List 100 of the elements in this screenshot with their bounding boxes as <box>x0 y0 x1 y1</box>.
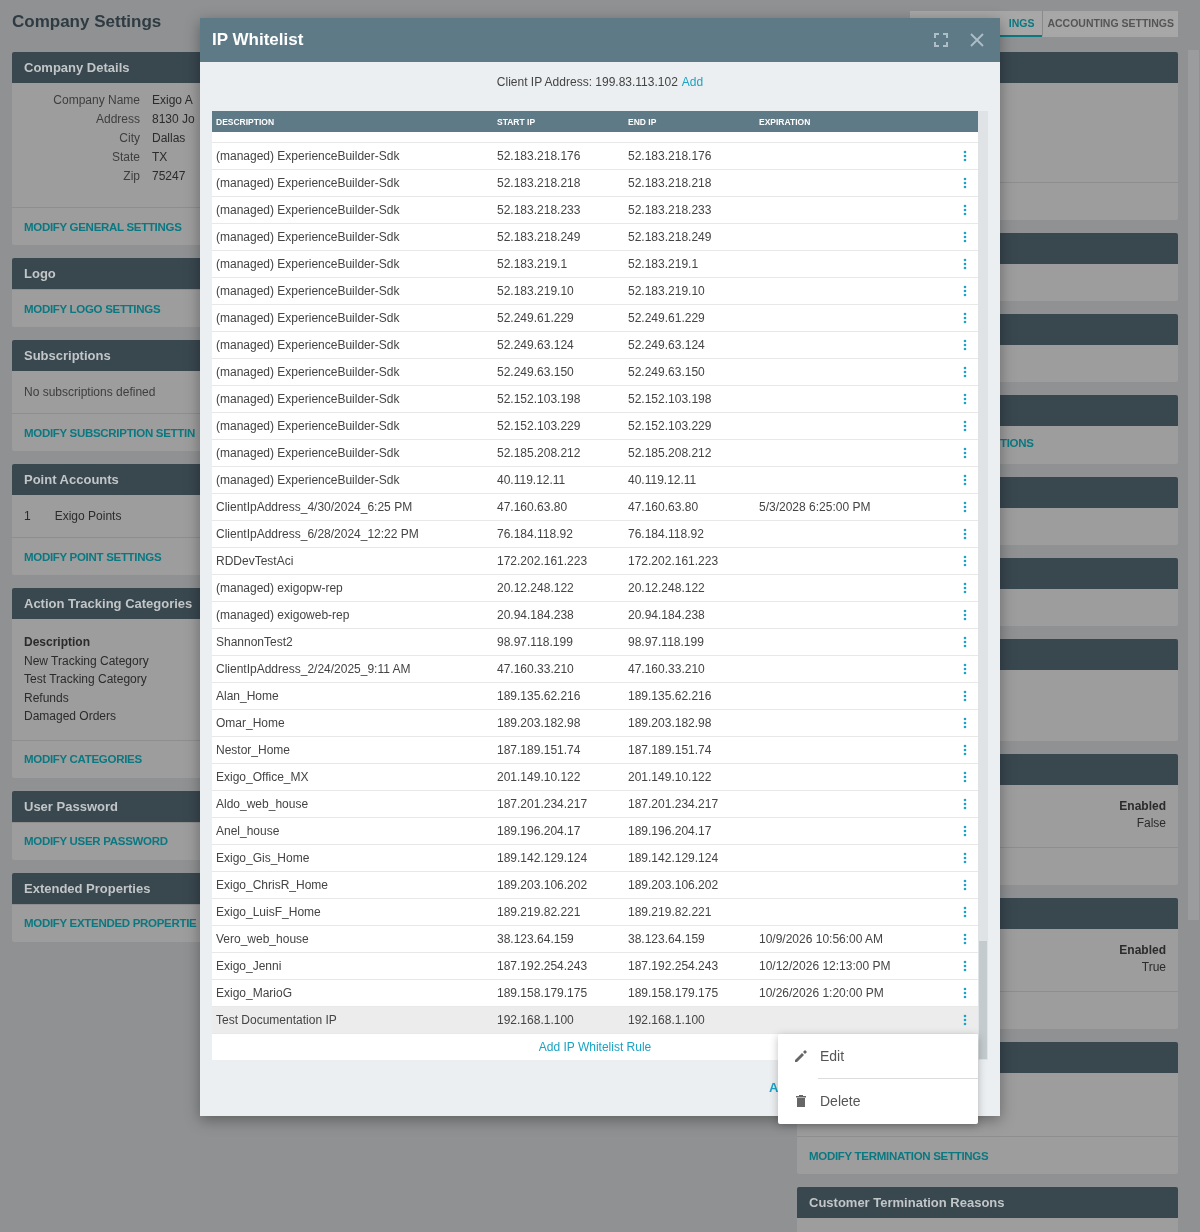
kebab-menu-icon[interactable] <box>963 258 967 270</box>
table-cell-text: Vero_web_house <box>216 932 310 946</box>
table-row[interactable]: Vero_web_house 38.123.64.159 38.123.64.159 10/9/2026 10:56:00 AM <box>212 926 978 953</box>
kebab-menu-icon[interactable] <box>963 582 967 594</box>
table-cell-text: 201.149.10.122 <box>628 770 713 784</box>
table-cell-text: 189.158.179.175 <box>628 986 720 1000</box>
table-cell-text: ShannonTest2 <box>216 635 294 649</box>
scrollbar-thumb[interactable] <box>979 941 987 1059</box>
kebab-menu-icon[interactable] <box>963 771 967 783</box>
kebab-menu-icon[interactable] <box>963 393 967 405</box>
kebab-menu-icon[interactable] <box>963 636 967 648</box>
table-row[interactable]: Nestor_Home 187.189.151.74 187.189.151.74 <box>212 737 978 764</box>
kebab-menu-icon[interactable] <box>963 609 967 621</box>
table-row[interactable]: (managed) ExperienceBuilder-Sdk 52.152.103.229 52.152.103.229 <box>212 413 978 440</box>
table-cell-text: Exigo_Office_MX <box>216 770 310 784</box>
kebab-menu-icon[interactable] <box>963 231 967 243</box>
page-title: Company Settings <box>12 12 163 33</box>
table-cell-text: Anel_house <box>216 824 281 838</box>
kebab-menu-icon[interactable] <box>963 933 967 945</box>
table-row[interactable]: (managed) ExperienceBuilder-Sdk 52.249.63.150 52.249.63.150 <box>212 359 978 386</box>
kebab-menu-icon[interactable] <box>963 960 967 972</box>
table-row[interactable]: Exigo_Jenni 187.192.254.243 187.192.254.243 10/12/2026 12:13:00 PM <box>212 953 978 980</box>
kebab-menu-icon[interactable] <box>963 1014 967 1026</box>
kebab-menu-icon[interactable] <box>963 528 967 540</box>
kebab-menu-icon[interactable] <box>963 447 967 459</box>
kebab-menu-icon[interactable] <box>963 501 967 513</box>
table-row[interactable]: (managed) ExperienceBuilder-Sdk 52.152.103.198 52.152.103.198 <box>212 386 978 413</box>
table-cell-text: (managed) ExperienceBuilder-Sdk <box>216 338 401 352</box>
table-cell-text: 187.201.234.217 <box>628 797 720 811</box>
table-cell-text: 52.185.208.212 <box>497 446 582 460</box>
table-cell-text: 189.203.182.98 <box>628 716 713 730</box>
table-cell-text: 47.160.63.80 <box>497 500 569 514</box>
table-row[interactable]: Exigo_Office_MX 201.149.10.122 201.149.10.122 <box>212 764 978 791</box>
maximize-icon[interactable] <box>934 33 948 47</box>
kebab-menu-icon[interactable] <box>963 150 967 162</box>
table-row[interactable]: Test Documentation IP 192.168.1.100 192.168.1.100 <box>212 1007 978 1034</box>
table-row[interactable]: (managed) ExperienceBuilder-Sdk 52.183.218.233 52.183.218.233 <box>212 197 978 224</box>
kebab-menu-icon[interactable] <box>963 690 967 702</box>
table-cell-text: 52.249.63.124 <box>497 338 575 352</box>
table-row[interactable]: (managed) ExperienceBuilder-Sdk 52.183.219.1 52.183.219.1 <box>212 251 978 278</box>
table-row[interactable]: RDDevTestAci 172.202.161.223 172.202.161.223 <box>212 548 978 575</box>
table-row[interactable]: Exigo_ChrisR_Home 189.203.106.202 189.203.106.202 <box>212 872 978 899</box>
table-row[interactable]: Aldo_web_house 187.201.234.217 187.201.234.217 <box>212 791 978 818</box>
table-cell-text: 189.219.82.221 <box>497 905 582 919</box>
table-row[interactable]: ClientIpAddress_6/28/2024_12:22 PM 76.184.118.92 76.184.118.92 <box>212 521 978 548</box>
table-row[interactable]: (managed) ExperienceBuilder-Sdk 52.183.218.176 52.183.218.176 <box>212 143 978 170</box>
field-value: 8130 Jo <box>152 111 196 128</box>
close-icon[interactable] <box>970 33 984 47</box>
kebab-menu-icon[interactable] <box>963 987 967 999</box>
scrollbar[interactable] <box>978 111 988 1060</box>
pencil-icon <box>794 1049 808 1063</box>
table-row[interactable]: Omar_Home 189.203.182.98 189.203.182.98 <box>212 710 978 737</box>
table-row[interactable]: Alan_Home 189.135.62.216 189.135.62.216 <box>212 683 978 710</box>
table-cell-text: (managed) ExperienceBuilder-Sdk <box>216 365 401 379</box>
table-cell-text: 52.183.218.176 <box>628 149 713 163</box>
kebab-menu-icon[interactable] <box>963 906 967 918</box>
table-cell-text: 52.152.103.229 <box>628 419 713 433</box>
table-row[interactable]: (managed) ExperienceBuilder-Sdk 52.249.61.229 52.249.61.229 <box>212 305 978 332</box>
table-row[interactable]: (managed) ExperienceBuilder-Sdk 52.185.208.212 52.185.208.212 <box>212 440 978 467</box>
table-cell-text: Test Documentation IP <box>216 1013 338 1027</box>
kebab-menu-icon[interactable] <box>963 879 967 891</box>
table-cell-text: 40.119.12.11 <box>628 473 698 487</box>
table-row[interactable]: ClientIpAddress_2/24/2025_9:11 AM 47.160.33.210 47.160.33.210 <box>212 656 978 683</box>
kebab-menu-icon[interactable] <box>963 825 967 837</box>
table-cell-text: 52.183.218.249 <box>497 230 582 244</box>
kebab-menu-icon[interactable] <box>963 366 967 378</box>
kebab-menu-icon[interactable] <box>963 312 967 324</box>
table-row[interactable]: (managed) exigopw-rep 20.12.248.122 20.12.248.122 <box>212 575 978 602</box>
table-row[interactable]: (managed) ExperienceBuilder-Sdk 52.183.218.249 52.183.218.249 <box>212 224 978 251</box>
kebab-menu-icon[interactable] <box>963 474 967 486</box>
kebab-menu-icon[interactable] <box>963 204 967 216</box>
kebab-menu-icon[interactable] <box>963 177 967 189</box>
table-row[interactable]: ShannonTest2 98.97.118.199 98.97.118.199 <box>212 629 978 656</box>
kebab-menu-icon[interactable] <box>963 339 967 351</box>
menu-item[interactable]: Delete <box>778 1079 978 1123</box>
field-label: State <box>110 149 140 166</box>
kebab-menu-icon[interactable] <box>963 744 967 756</box>
kebab-menu-icon[interactable] <box>963 663 967 675</box>
kebab-menu-icon[interactable] <box>963 852 967 864</box>
table-row[interactable]: (managed) ExperienceBuilder-Sdk 52.183.218.218 52.183.218.218 <box>212 170 978 197</box>
kebab-menu-icon[interactable] <box>963 555 967 567</box>
table-row[interactable]: Anel_house 189.196.204.17 189.196.204.17 <box>212 818 978 845</box>
kebab-menu-icon[interactable] <box>963 717 967 729</box>
table-row[interactable]: Exigo_LuisF_Home 189.219.82.221 189.219.82.221 <box>212 899 978 926</box>
menu-item[interactable]: Edit <box>778 1034 978 1078</box>
table-row[interactable]: (managed) ExperienceBuilder-Sdk 40.119.12.11 40.119.12.11 <box>212 467 978 494</box>
table-row[interactable]: ClientIpAddress_4/30/2024_6:25 PM 47.160.63.80 47.160.63.80 5/3/2028 6:25:00 PM <box>212 494 978 521</box>
table-row[interactable]: (managed) ExperienceBuilder-Sdk 52.249.63.124 52.249.63.124 <box>212 332 978 359</box>
field-label: Company Name <box>52 92 140 109</box>
kebab-menu-icon[interactable] <box>963 798 967 810</box>
kebab-menu-icon[interactable] <box>963 420 967 432</box>
kebab-menu-icon[interactable] <box>963 285 967 297</box>
table-cell-text: 52.152.103.198 <box>497 392 582 406</box>
table-cell-text: 172.202.161.223 <box>628 554 720 568</box>
table-row[interactable]: Exigo_Gis_Home 189.142.129.124 189.142.129.124 <box>212 845 978 872</box>
table-cell-text: ClientIpAddress_2/24/2025_9:11 AM <box>216 662 412 676</box>
table-row[interactable]: (managed) exigoweb-rep 20.94.184.238 20.94.184.238 <box>212 602 978 629</box>
table-cell-text: ClientIpAddress_6/28/2024_12:22 PM <box>216 527 420 541</box>
table-row[interactable]: (managed) ExperienceBuilder-Sdk 52.183.219.10 52.183.219.10 <box>212 278 978 305</box>
table-cell-text: 40.119.12.11 <box>497 473 567 487</box>
